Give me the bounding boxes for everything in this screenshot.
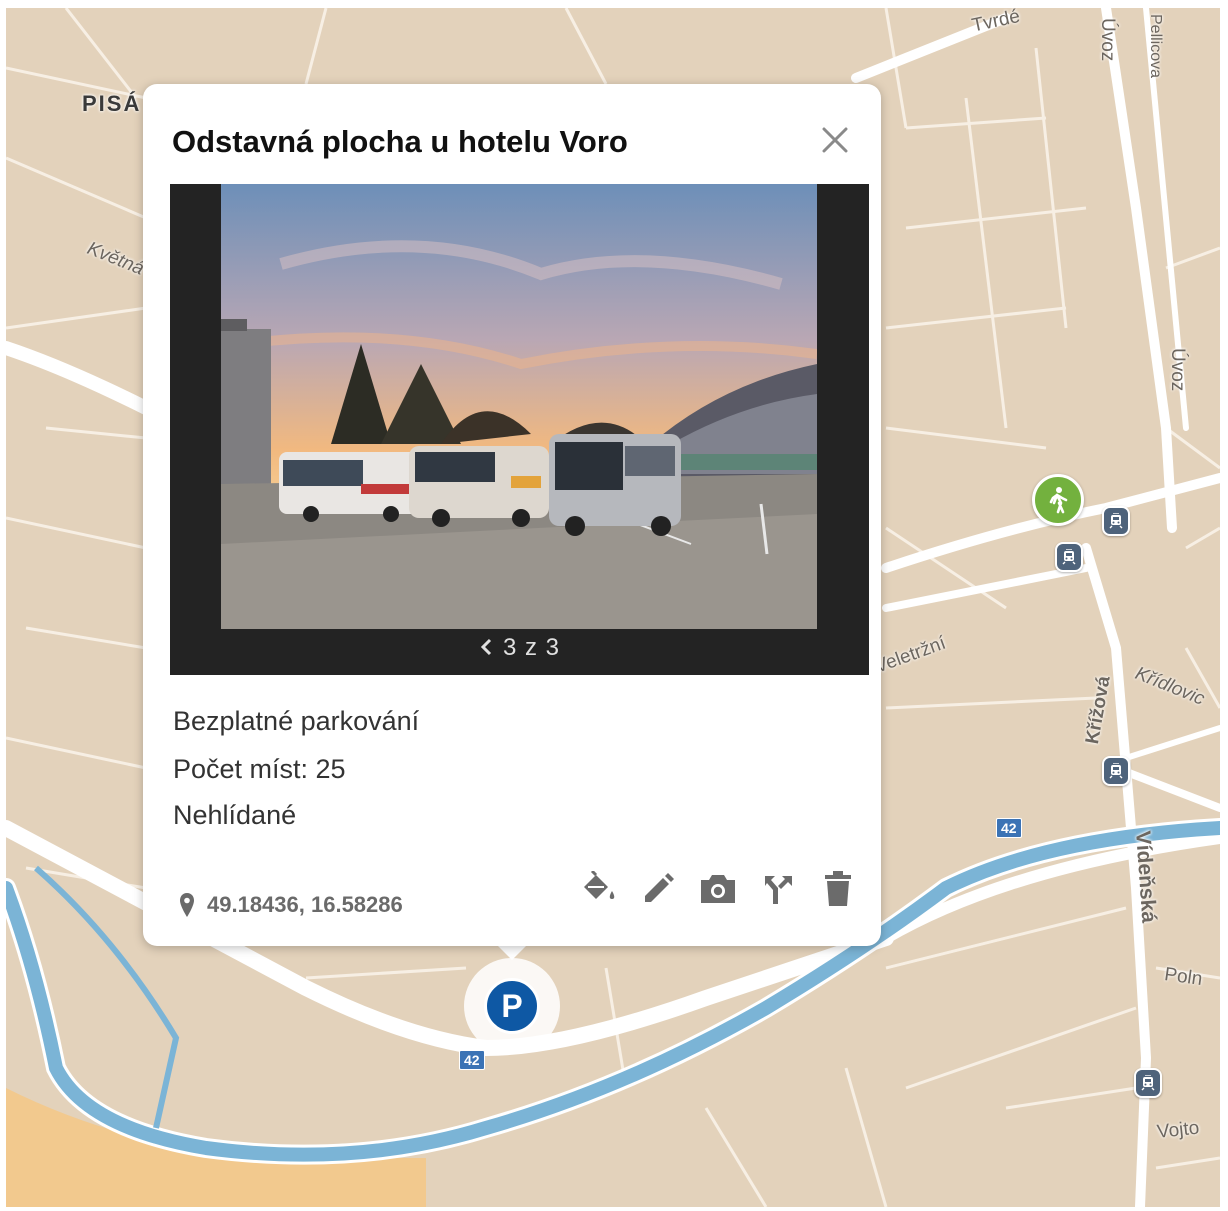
directions-button[interactable]: [759, 870, 797, 908]
street-label-uvoz-right: Úvoz: [1167, 348, 1188, 392]
tram-icon: [1062, 549, 1076, 565]
tram-icon: [1109, 763, 1123, 779]
tram-stop-icon[interactable]: [1134, 1068, 1162, 1098]
pedestrian-icon: [1049, 487, 1068, 514]
chevron-left-icon: [480, 638, 492, 655]
tram-stop-icon[interactable]: [1102, 506, 1130, 536]
tram-stop-icon[interactable]: [1102, 756, 1130, 786]
bus-3: [549, 434, 681, 536]
bus-parking-photo: [221, 184, 817, 629]
parking-photo: [221, 184, 817, 629]
bus-1: [279, 452, 419, 522]
color-button[interactable]: [579, 870, 617, 908]
delete-button[interactable]: [819, 870, 857, 908]
pencil-icon: [645, 873, 674, 902]
bus-2: [409, 446, 549, 527]
pedestrian-marker[interactable]: [1032, 474, 1084, 526]
capacity-info: Počet míst: 25: [173, 754, 346, 784]
price-info: Bezplatné parkování: [173, 706, 420, 736]
street-label-pisarky: PISÁ: [82, 91, 142, 116]
edit-button[interactable]: [639, 870, 677, 908]
popup-actions: [579, 870, 879, 908]
add-photo-button[interactable]: [699, 870, 737, 908]
road-number-shield: 42: [996, 818, 1022, 838]
format-color-fill-icon: [584, 871, 615, 899]
road-number-shield: 42: [459, 1050, 485, 1070]
parking-popup: Odstavná plocha u hotelu Voro 3 z 3 Bezp…: [143, 84, 881, 946]
coordinates-text: 49.18436, 16.58286: [207, 892, 403, 917]
gallery-counter-text: 3 z 3: [502, 634, 561, 661]
guarded-info: Nehlídané: [173, 800, 297, 830]
street-label-uvoz-top: Úvoz: [1097, 18, 1118, 62]
gallery-counter: 3 z 3: [170, 634, 869, 663]
tram-icon: [1109, 513, 1123, 529]
previous-photo-button[interactable]: [479, 635, 493, 663]
tram-icon: [1141, 1075, 1155, 1091]
tram-stop-icon[interactable]: [1055, 542, 1083, 572]
trash-icon: [825, 871, 851, 906]
call-split-icon: [765, 876, 792, 904]
popup-title: Odstavná plocha u hotelu Voro: [172, 124, 628, 159]
close-button[interactable]: [815, 120, 855, 160]
map-pin-icon: [180, 893, 194, 917]
parking-marker[interactable]: P: [484, 978, 540, 1034]
street-label-pellicova: Pellicova: [1147, 14, 1164, 79]
photo-gallery[interactable]: 3 z 3: [170, 184, 869, 675]
close-icon: [822, 127, 848, 153]
coordinates: 49.18436, 16.58286: [179, 892, 403, 918]
map[interactable]: PISÁ Květná Tvrdé Úvoz Pellicova Úvoz Ve…: [6, 8, 1220, 1207]
camera-icon: [701, 875, 735, 903]
street-label-vojtova: Vojto: [1156, 1117, 1201, 1143]
